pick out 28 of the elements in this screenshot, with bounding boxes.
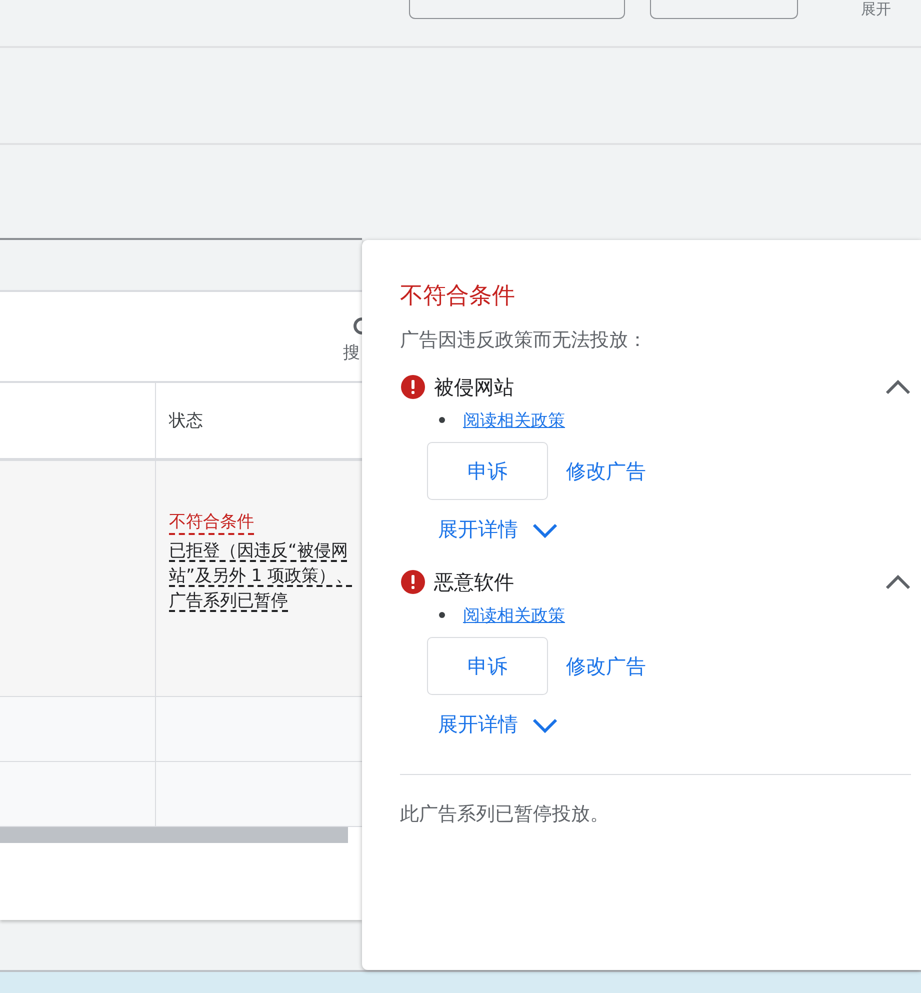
popup-subtitle: 广告因违反政策而无法投放： [400, 328, 648, 353]
expand-link[interactable]: 展开 [861, 0, 891, 18]
column-header: 状态 [168, 410, 204, 433]
outlined-button[interactable] [650, 0, 798, 19]
chevron-down-icon [532, 522, 558, 538]
collapse-icon [885, 574, 911, 590]
error-icon [400, 569, 426, 595]
outlined-button[interactable] [409, 0, 625, 19]
horizontal-scrollbar[interactable] [0, 827, 348, 843]
popup-footer: 此广告系列已暂停投放。 [400, 801, 911, 827]
status-text[interactable]: 不符合条件 [169, 511, 254, 535]
appeal-button[interactable]: 申诉 [427, 637, 548, 695]
chevron-down-icon [532, 716, 558, 732]
error-icon [400, 374, 426, 400]
edit-ad-button[interactable]: 修改广告 [566, 458, 646, 484]
collapse-icon [885, 379, 911, 395]
expand-details-button[interactable]: 展开详情 [438, 705, 558, 744]
policy-link[interactable]: 阅读相关政策 [463, 604, 565, 626]
status-detail[interactable]: 已拒登（因违反“被侵网站”及另外 1 项政策）、广告系列已暂停 [169, 539, 354, 614]
edit-ad-button[interactable]: 修改广告 [566, 652, 646, 680]
issue-title: 恶意软件 [434, 568, 515, 596]
search-icon[interactable] [353, 317, 362, 335]
search-label[interactable]: 搜 [343, 341, 362, 364]
appeal-button[interactable]: 申诉 [427, 442, 548, 500]
popup-title: 不符合条件 [400, 282, 516, 311]
issue-title: 被侵网站 [434, 374, 515, 400]
policy-link[interactable]: 阅读相关政策 [463, 408, 565, 432]
expand-details-button[interactable]: 展开详情 [438, 510, 558, 549]
